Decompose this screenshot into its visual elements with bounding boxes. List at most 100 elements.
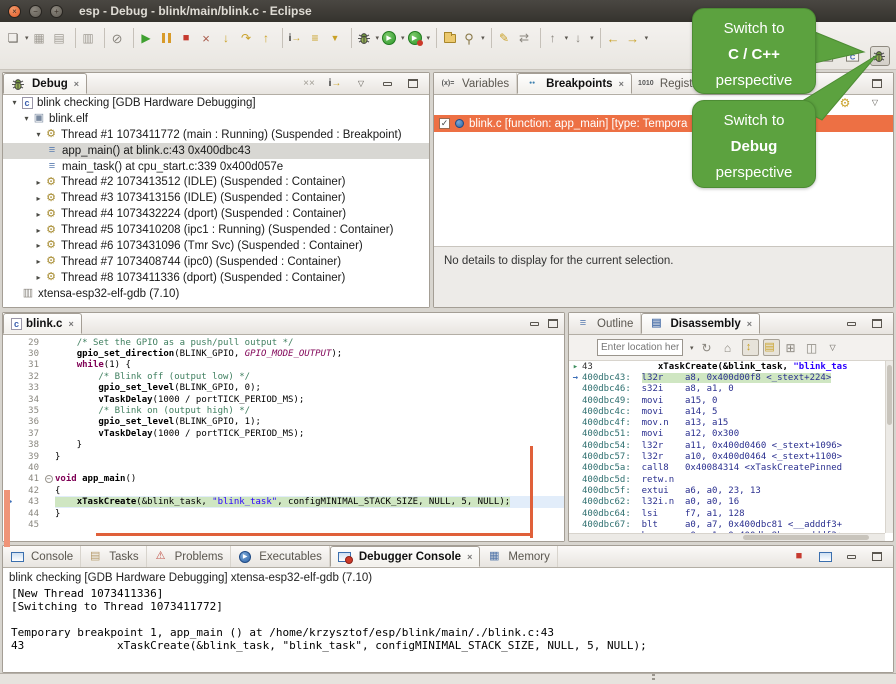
show-source-button[interactable]: ▤ [763, 339, 780, 356]
chevron-down-icon[interactable]: ▾ [25, 34, 29, 42]
instruction-stepping-button[interactable]: i→ [328, 78, 345, 89]
sync-active-context-button[interactable]: ↕ [742, 339, 759, 356]
debug-tree-row[interactable]: ▸⚙Thread #5 1073410208 (ipc1 : Running) … [3, 222, 429, 238]
debug-button[interactable]: ▾ [357, 28, 381, 48]
step-into-button[interactable]: ↓ [219, 28, 237, 48]
expand-icon[interactable]: ▸ [33, 257, 44, 266]
external-tools-button[interactable]: ▶▾ [408, 28, 432, 48]
chevron-down-icon[interactable]: ▾ [645, 34, 649, 42]
new-view-button[interactable]: ⊞ [784, 339, 801, 356]
resume-button[interactable]: ▶ [139, 28, 157, 48]
debug-perspective-button[interactable] [870, 46, 890, 66]
chevron-down-icon[interactable]: ▾ [565, 34, 569, 42]
tab-debug[interactable]: Debug × [3, 73, 87, 94]
tab-blink-c[interactable]: c blink.c × [3, 313, 82, 334]
debug-tree-row[interactable]: ▾cblink checking [GDB Hardware Debugging… [3, 95, 429, 111]
stop-button[interactable]: ■ [792, 551, 809, 562]
chevron-down-icon[interactable]: ▾ [376, 34, 380, 42]
last-edit-location-button[interactable]: ✎ [497, 28, 515, 48]
search-flashlight-button[interactable]: ⚲▾ [462, 28, 486, 48]
minimize-button[interactable] [844, 555, 861, 559]
step-over-button[interactable]: ↷ [239, 28, 257, 48]
view-menu-button[interactable]: ▽ [826, 339, 843, 356]
skip-all-breakpoints-button[interactable]: ⊘ [110, 28, 128, 48]
link-with-editor-button[interactable]: ⇄ [517, 28, 535, 48]
remove-all-terminated-button[interactable]: ×× [302, 79, 319, 89]
debug-tree-row[interactable]: ▥xtensa-esp32-elf-gdb (7.10) [3, 286, 429, 302]
debug-tree-row[interactable]: ▸⚙Thread #6 1073431096 (Tmr Svc) (Suspen… [3, 238, 429, 254]
new-wizard-button[interactable]: ❏▾ [6, 28, 30, 48]
tab-memory[interactable]: ▦Memory [480, 546, 558, 567]
run-button[interactable]: ▶▾ [382, 28, 406, 48]
instruction-stepping-button[interactable]: i→ [288, 28, 306, 48]
collapse-icon[interactable]: ▾ [9, 98, 20, 107]
save-button[interactable]: ▦ [32, 28, 50, 48]
expand-icon[interactable]: ▸ [33, 241, 44, 250]
tab-outline[interactable]: ≡Outline [569, 313, 641, 334]
tab-problems[interactable]: ⚠Problems [147, 546, 232, 567]
debug-tree-row[interactable]: ▸⚙Thread #8 1073411336 (dport) (Suspende… [3, 270, 429, 286]
use-step-filters-button[interactable]: ▼ [328, 28, 346, 48]
minimize-window-button[interactable]: − [29, 5, 42, 18]
print-button[interactable]: ▥ [81, 28, 99, 48]
chevron-down-icon[interactable]: ▾ [401, 34, 405, 42]
pin-view-button[interactable]: ◫ [805, 339, 822, 356]
close-icon[interactable]: × [68, 319, 73, 329]
maximize-window-button[interactable]: + [50, 5, 63, 18]
show-execution-button[interactable]: ≡ [308, 28, 326, 48]
disconnect-button[interactable]: × [199, 28, 217, 48]
save-all-button[interactable]: ▤ [52, 28, 70, 48]
chevron-down-icon[interactable]: ▾ [481, 34, 485, 42]
home-button[interactable]: ⌂ [721, 339, 738, 356]
debug-tree-row[interactable]: ▸⚙Thread #2 1073413512 (IDLE) (Suspended… [3, 174, 429, 190]
minimize-button[interactable] [844, 322, 861, 326]
chevron-down-icon[interactable]: ▾ [690, 344, 694, 352]
sash-grip[interactable] [652, 674, 655, 682]
breakpoint-checkbox[interactable]: ✓ [439, 118, 450, 129]
expand-icon[interactable]: ▸ [33, 226, 44, 235]
suspend-button[interactable] [159, 28, 177, 48]
view-menu-button[interactable]: ▽ [354, 80, 371, 88]
maximize-view-icon[interactable] [548, 319, 558, 328]
code-editor[interactable]: 29 /* Set the GPIO as a push/pull output… [3, 335, 564, 541]
horizontal-scrollbar[interactable] [569, 533, 885, 541]
expand-icon[interactable]: ▸ [33, 210, 44, 219]
tab-breakpoints[interactable]: ●●Breakpoints× [517, 73, 632, 94]
close-icon[interactable]: × [467, 552, 472, 562]
tab-console[interactable]: Console [3, 546, 81, 567]
debug-tree-row[interactable]: ▸⚙Thread #3 1073413156 (IDLE) (Suspended… [3, 190, 429, 206]
debug-tree-row[interactable]: ▾⚙Thread #1 1073411772 (main : Running) … [3, 127, 429, 143]
debug-tree-row[interactable]: ≡app_main() at blink.c:43 0x400dbc43 [3, 143, 429, 159]
tab-executables[interactable]: ▶Executables [231, 546, 330, 567]
maximize-button[interactable] [870, 552, 887, 561]
collapse-icon[interactable]: ▾ [21, 114, 32, 123]
forward-button[interactable]: →▾ [626, 28, 650, 48]
maximize-button[interactable] [406, 79, 423, 88]
expand-icon[interactable]: ▸ [33, 194, 44, 203]
debug-tree-row[interactable]: ▸⚙Thread #7 1073408744 (ipc0) (Suspended… [3, 254, 429, 270]
close-icon[interactable]: × [619, 79, 624, 89]
cpp-perspective-button[interactable]: C [844, 46, 864, 66]
debug-tree-row[interactable]: ▾▣blink.elf [3, 111, 429, 127]
next-annotation-button[interactable]: ↓▾ [571, 28, 595, 48]
tab-variables[interactable]: (x)=Variables [434, 73, 517, 94]
settings-gear-button[interactable]: ⚙ [838, 97, 855, 109]
tab-disassembly[interactable]: ▤Disassembly× [641, 313, 760, 334]
open-folder-button[interactable] [442, 28, 460, 48]
tab-debugger-console[interactable]: Debugger Console× [330, 546, 481, 567]
location-input[interactable] [597, 339, 683, 356]
debug-tree-row[interactable]: ≡main_task() at cpu_start.c:339 0x400d05… [3, 159, 429, 175]
expand-icon[interactable]: ▸ [33, 273, 44, 282]
close-icon[interactable]: × [74, 79, 79, 89]
close-icon[interactable]: × [747, 319, 752, 329]
tab-tasks[interactable]: ▤Tasks [81, 546, 146, 567]
display-console-button[interactable] [818, 552, 835, 562]
expand-icon[interactable]: ▸ [33, 178, 44, 187]
refresh-button[interactable]: ↻ [700, 339, 717, 356]
collapse-icon[interactable]: ▾ [33, 130, 44, 139]
fold-collapse-icon[interactable]: − [42, 474, 55, 484]
debug-tree-row[interactable]: ▸⚙Thread #4 1073432224 (dport) (Suspende… [3, 206, 429, 222]
back-button[interactable]: ← [606, 28, 624, 48]
maximize-button[interactable] [870, 79, 887, 88]
vertical-scrollbar[interactable] [885, 361, 893, 533]
